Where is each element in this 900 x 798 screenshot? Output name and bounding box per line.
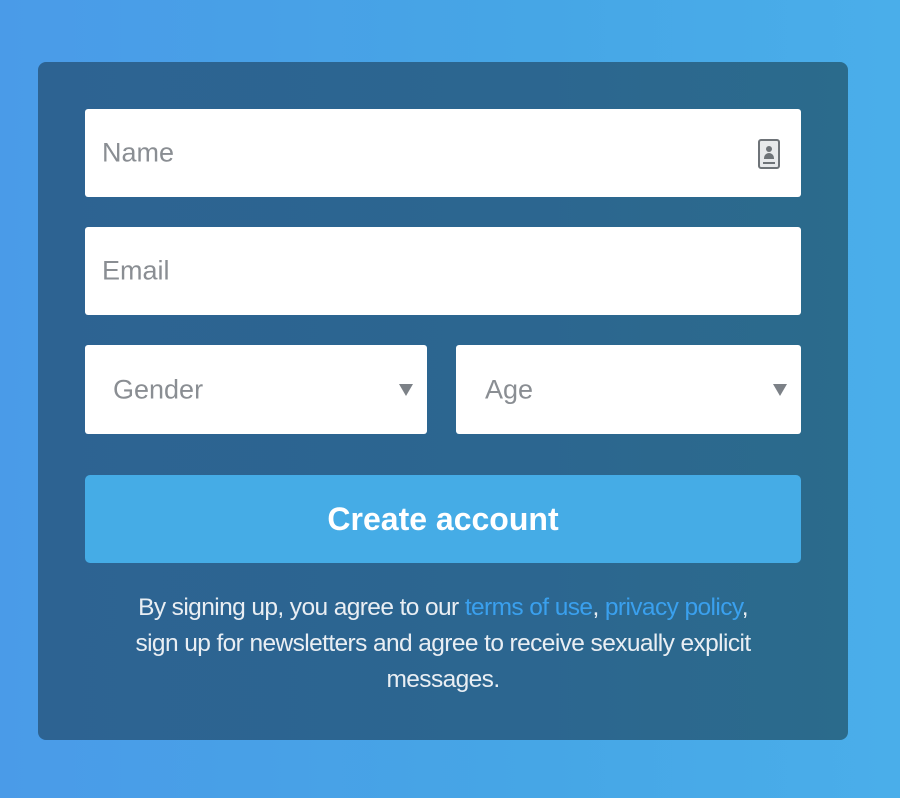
chevron-down-icon — [773, 383, 787, 396]
legal-comma: , — [592, 594, 605, 621]
age-select[interactable]: Age — [456, 345, 801, 434]
signup-card: Name Email Gender Age Create account By … — [38, 62, 848, 740]
email-field[interactable]: Email — [85, 227, 801, 315]
legal-text-intro: By signing up, you agree to our — [138, 594, 465, 621]
gender-placeholder: Gender — [113, 374, 204, 404]
legal-notice: By signing up, you agree to our terms of… — [118, 590, 768, 698]
contact-card-icon — [758, 139, 780, 169]
create-account-button[interactable]: Create account — [85, 475, 801, 563]
chevron-down-icon — [399, 383, 413, 396]
gender-select[interactable]: Gender — [85, 345, 427, 434]
privacy-policy-link[interactable]: privacy policy — [605, 594, 742, 621]
name-field[interactable]: Name — [85, 109, 801, 197]
name-placeholder: Name — [102, 137, 175, 168]
email-placeholder: Email — [102, 255, 170, 286]
terms-of-use-link[interactable]: terms of use — [465, 594, 593, 621]
age-placeholder: Age — [485, 374, 534, 404]
